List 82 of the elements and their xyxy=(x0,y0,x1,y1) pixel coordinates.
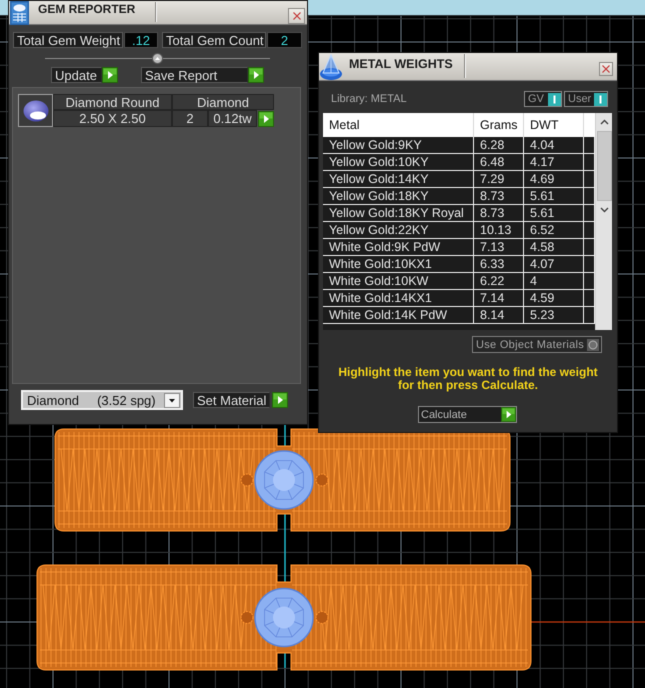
table-cell: 10.13 xyxy=(474,222,524,238)
material-dropdown[interactable]: Diamond (3.52 spg) xyxy=(21,390,183,410)
table-cell: 8.14 xyxy=(474,307,524,323)
table-cell: 4.17 xyxy=(524,154,584,170)
table-cell: White Gold:10KX1 xyxy=(323,256,474,272)
table-cell: Yellow Gold:10KY xyxy=(323,154,474,170)
table-cell: Diamond xyxy=(172,94,274,110)
field-label: Total Gem Weight xyxy=(13,32,123,48)
table-cell: Yellow Gold:9KY xyxy=(323,137,474,153)
field-label: Total Gem Count xyxy=(162,32,266,48)
table-cell: White Gold:14K PdW xyxy=(323,307,474,323)
table-row[interactable]: Yellow Gold:14KY 7.29 4.69 xyxy=(323,171,595,188)
table-cell: 4.07 xyxy=(524,256,584,272)
table-cell: Yellow Gold:14KY xyxy=(323,171,474,187)
toggle-button[interactable]: User xyxy=(564,91,608,107)
cone-icon xyxy=(319,53,343,81)
scrollbar-thumb[interactable] xyxy=(596,131,612,201)
table-cell: Yellow Gold:22KY xyxy=(323,222,474,238)
table-row[interactable]: White Gold:10KX1 6.33 4.07 xyxy=(323,256,595,273)
close-icon xyxy=(292,12,300,20)
table-cell: 6.22 xyxy=(474,273,524,289)
calculate-button[interactable]: Calculate xyxy=(418,406,517,423)
table-cell: 5.23 xyxy=(524,307,584,323)
play-icon xyxy=(258,110,274,126)
gem-icon xyxy=(22,100,48,122)
collapse-button[interactable] xyxy=(152,53,163,64)
close-button[interactable] xyxy=(288,8,305,24)
table-cell: 6.52 xyxy=(524,222,584,238)
table-row[interactable]: Yellow Gold:18KY 8.73 5.61 xyxy=(323,188,595,205)
toggle-button[interactable]: GV xyxy=(524,91,562,107)
table-cell: 4.59 xyxy=(524,290,584,306)
table-cell: 5.61 xyxy=(524,188,584,204)
caret-down-icon xyxy=(164,392,180,408)
table-cell: 6.33 xyxy=(474,256,524,272)
window-title: METAL WEIGHTS xyxy=(349,57,453,71)
table-cell: 4.58 xyxy=(524,239,584,255)
table-cell: Diamond Round xyxy=(53,94,172,110)
window-title: GEM REPORTER xyxy=(38,2,136,16)
table-cell: 2.50 X 2.50 xyxy=(53,110,172,127)
table-cell: 7.29 xyxy=(474,171,524,187)
table-row[interactable]: White Gold:10KW 6.22 4 xyxy=(323,273,595,290)
table-cell: 4 xyxy=(524,273,584,289)
table-cell: White Gold:9K PdW xyxy=(323,239,474,255)
value-display: .12 xyxy=(124,32,158,48)
library-label: Library: METAL xyxy=(331,93,407,105)
report-icon xyxy=(10,1,29,25)
table-row[interactable]: Yellow Gold:9KY 6.28 4.04 xyxy=(323,137,595,154)
scrollbar[interactable] xyxy=(595,113,612,330)
table-cell: 2 xyxy=(172,110,208,127)
play-icon xyxy=(248,67,264,83)
table-cell: Yellow Gold:18KY xyxy=(323,188,474,204)
table-row[interactable]: White Gold:9K PdW 7.13 4.58 xyxy=(323,239,595,256)
table-row[interactable]: White Gold:14KX1 7.14 4.59 xyxy=(323,290,595,307)
table-cell: White Gold:14KX1 xyxy=(323,290,474,306)
table-row[interactable]: Yellow Gold:18KY Royal 8.73 5.61 xyxy=(323,205,595,222)
table-row[interactable]: Yellow Gold:10KY 6.48 4.17 xyxy=(323,154,595,171)
table-cell: 7.13 xyxy=(474,239,524,255)
caret-up-icon xyxy=(600,119,608,125)
play-icon xyxy=(501,407,516,422)
table-cell: 4.69 xyxy=(524,171,584,187)
table-cell: 8.73 xyxy=(474,188,524,204)
table-cell: 0.12tw xyxy=(208,110,257,127)
table-cell: 4.04 xyxy=(524,137,584,153)
option-toggle[interactable]: Use Object Materials xyxy=(472,336,602,353)
caret-down-icon xyxy=(600,207,608,213)
instruction-text: Highlight the item you want to find the weight for then press Calculate. xyxy=(337,366,599,392)
play-icon xyxy=(102,67,118,83)
caret-icon xyxy=(152,53,163,64)
play-icon xyxy=(272,392,288,408)
table-cell: Yellow Gold:18KY Royal xyxy=(323,205,474,221)
table-cell: White Gold:10KW xyxy=(323,273,474,289)
arrow-button[interactable] xyxy=(257,110,274,127)
close-icon xyxy=(602,65,610,73)
table-cell: 6.48 xyxy=(474,154,524,170)
table-cell: 6.28 xyxy=(474,137,524,153)
table-cell: 7.14 xyxy=(474,290,524,306)
value-display: 2 xyxy=(267,32,302,48)
table-cell: 8.73 xyxy=(474,205,524,221)
table-row[interactable]: White Gold:14K PdW 8.14 5.23 xyxy=(323,307,595,324)
table-cell: 5.61 xyxy=(524,205,584,221)
close-button[interactable] xyxy=(599,62,613,76)
table-row[interactable]: Yellow Gold:22KY 10.13 6.52 xyxy=(323,222,595,239)
